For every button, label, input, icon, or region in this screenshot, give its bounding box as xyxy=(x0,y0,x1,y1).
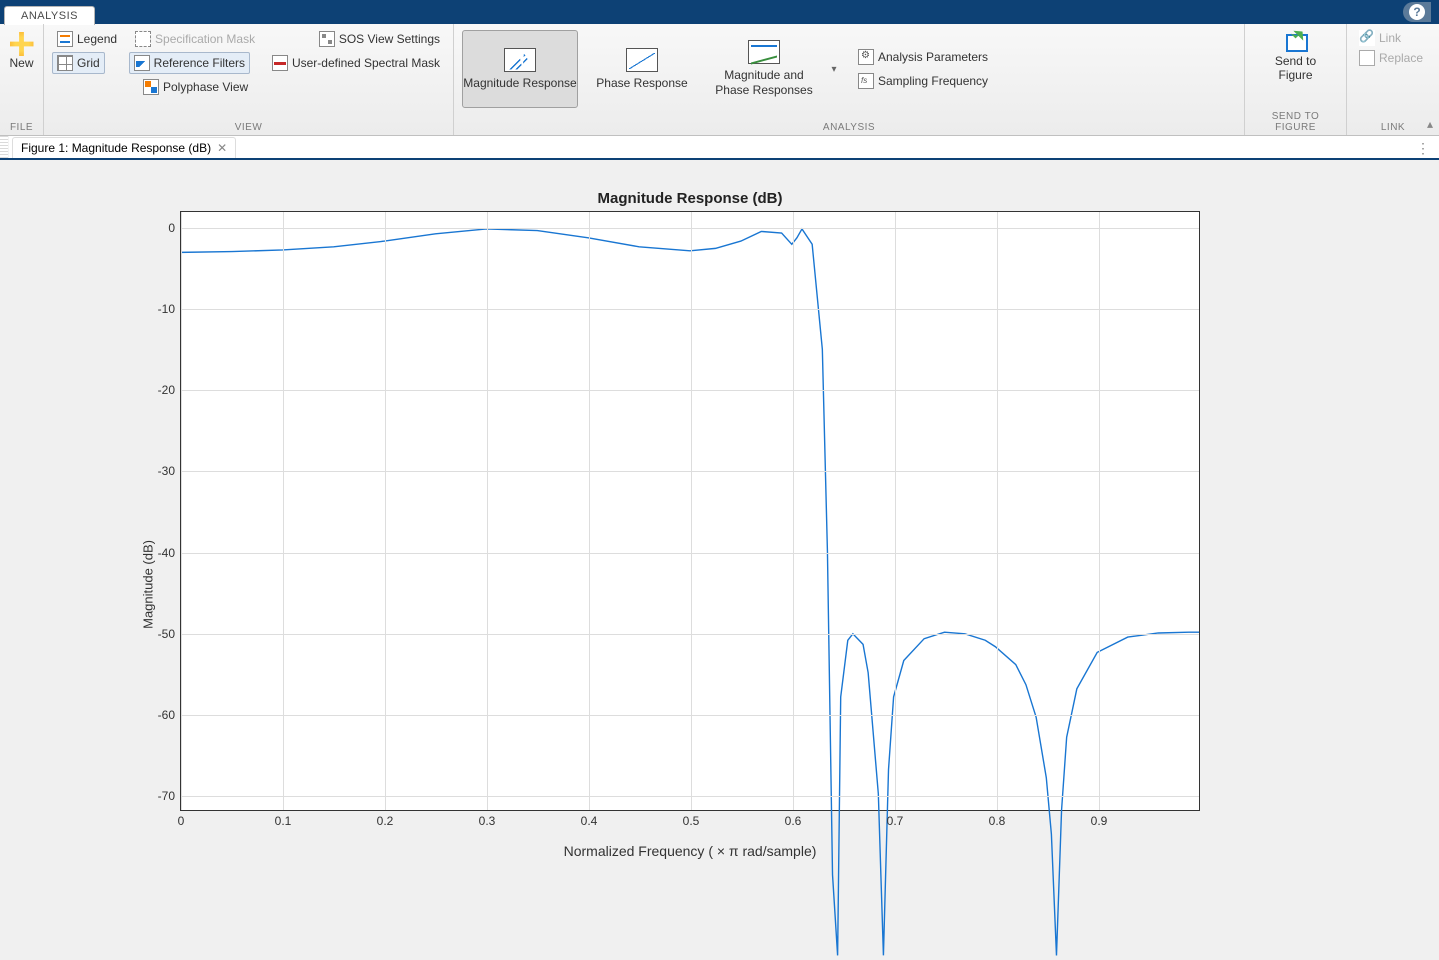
sampling-frequency-button[interactable]: Sampling Frequency xyxy=(854,71,992,91)
polyphase-icon xyxy=(143,79,159,95)
figure-tab-label: Figure 1: Magnitude Response (dB) xyxy=(21,141,211,155)
polyphase-button[interactable]: Polyphase View xyxy=(138,76,253,98)
sos-label: SOS View Settings xyxy=(339,32,440,46)
chart-container: Magnitude Response (dB) 00.10.20.30.40.5… xyxy=(130,190,1250,890)
spec-mask-icon xyxy=(135,31,151,47)
phase-response-button[interactable]: Phase Response xyxy=(584,30,700,108)
mag-phase-button[interactable]: Magnitude and Phase Responses xyxy=(706,30,822,108)
x-tick: 0.9 xyxy=(1091,810,1108,828)
analysis-more-dropdown[interactable] xyxy=(828,63,840,75)
x-tick: 0.3 xyxy=(479,810,496,828)
replace-icon xyxy=(1359,50,1375,66)
figure-tab[interactable]: Figure 1: Magnitude Response (dB) ✕ xyxy=(12,137,236,158)
replace-button: Replace xyxy=(1355,48,1431,68)
replace-label: Replace xyxy=(1379,51,1423,65)
y-tick: -20 xyxy=(141,383,181,397)
sos-icon xyxy=(319,31,335,47)
analysis-parameters-button[interactable]: Analysis Parameters xyxy=(854,47,992,67)
x-tick: 0.1 xyxy=(275,810,292,828)
link-button: Link xyxy=(1355,28,1431,48)
y-tick: 0 xyxy=(141,221,181,235)
plus-icon xyxy=(10,32,34,56)
ribbon: New FILE Legend Specification Mask SOS V… xyxy=(0,24,1439,136)
sos-button[interactable]: SOS View Settings xyxy=(314,28,445,50)
legend-label: Legend xyxy=(77,32,117,46)
chart-curve xyxy=(181,212,1199,810)
link-label: Link xyxy=(1379,31,1401,45)
group-title-analysis: ANALYSIS xyxy=(462,120,1236,135)
ref-filters-label: Reference Filters xyxy=(154,56,245,70)
x-tick: 0.2 xyxy=(377,810,394,828)
y-axis-label: Magnitude (dB) xyxy=(141,540,156,629)
send-icon xyxy=(1284,32,1308,52)
x-tick: 0.7 xyxy=(887,810,904,828)
spec-mask-button: Specification Mask xyxy=(130,28,260,50)
ribbon-group-analysis: Magnitude Response Phase Response Magnit… xyxy=(454,24,1245,135)
new-button[interactable]: New xyxy=(6,28,38,74)
ribbon-tab-analysis[interactable]: ANALYSIS xyxy=(4,6,95,25)
chart-title: Magnitude Response (dB) xyxy=(130,190,1250,207)
x-tick: 0.6 xyxy=(785,810,802,828)
x-tick: 0.5 xyxy=(683,810,700,828)
ribbon-group-view: Legend Specification Mask SOS View Setti… xyxy=(44,24,454,135)
fs-icon xyxy=(858,73,874,89)
spec-mask-label: Specification Mask xyxy=(155,32,255,46)
user-mask-icon xyxy=(272,55,288,71)
ref-filters-icon xyxy=(134,55,150,71)
send-to-figure-button[interactable]: Send to Figure xyxy=(1253,28,1338,86)
user-mask-button[interactable]: User-defined Spectral Mask xyxy=(267,52,445,74)
send-label: Send to Figure xyxy=(1257,54,1334,82)
new-label: New xyxy=(10,56,34,70)
params-icon xyxy=(858,49,874,65)
group-title-file: FILE xyxy=(10,120,33,135)
ribbon-group-send: Send to Figure SEND TO FIGURE xyxy=(1245,24,1347,135)
sampling-label: Sampling Frequency xyxy=(878,74,988,88)
y-tick: -60 xyxy=(141,708,181,722)
grid-button[interactable]: Grid xyxy=(52,52,105,74)
y-tick: -10 xyxy=(141,302,181,316)
tab-menu-icon[interactable]: ⋮ xyxy=(1416,140,1431,157)
group-title-view: VIEW xyxy=(52,120,445,135)
collapse-ribbon-icon[interactable]: ▴ xyxy=(1427,117,1433,131)
mag-phase-icon xyxy=(748,40,780,64)
phase-icon xyxy=(626,48,658,72)
plot-area: Magnitude Response (dB) 00.10.20.30.40.5… xyxy=(0,160,1439,960)
magnitude-label: Magnitude Response xyxy=(463,76,576,91)
x-axis-label: Normalized Frequency ( × π rad/sample) xyxy=(130,843,1250,859)
grid-label: Grid xyxy=(77,56,100,70)
legend-button[interactable]: Legend xyxy=(52,28,122,50)
ribbon-group-file: New FILE xyxy=(0,24,44,135)
plot-box[interactable]: 00.10.20.30.40.50.60.70.80.90-10-20-30-4… xyxy=(180,211,1200,811)
ref-filters-button[interactable]: Reference Filters xyxy=(129,52,250,74)
x-tick: 0 xyxy=(178,810,185,828)
x-tick: 0.4 xyxy=(581,810,598,828)
mag-phase-label: Magnitude and Phase Responses xyxy=(707,68,821,98)
title-bar: ANALYSIS xyxy=(0,0,1439,24)
group-title-link: LINK xyxy=(1355,120,1431,135)
grid-icon xyxy=(57,55,73,71)
close-tab-icon[interactable]: ✕ xyxy=(217,141,227,155)
magnitude-icon xyxy=(504,48,536,72)
link-icon xyxy=(1359,30,1375,46)
x-tick: 0.8 xyxy=(989,810,1006,828)
phase-label: Phase Response xyxy=(596,76,687,91)
help-button[interactable] xyxy=(1403,2,1431,22)
params-label: Analysis Parameters xyxy=(878,50,988,64)
user-mask-label: User-defined Spectral Mask xyxy=(292,56,440,70)
legend-icon xyxy=(57,31,73,47)
group-title-send: SEND TO FIGURE xyxy=(1253,109,1338,135)
polyphase-label: Polyphase View xyxy=(163,80,248,94)
y-tick: -70 xyxy=(141,789,181,803)
document-tab-bar: Figure 1: Magnitude Response (dB) ✕ ⋮ xyxy=(0,136,1439,160)
ribbon-group-link: Link Replace LINK ▴ xyxy=(1347,24,1439,135)
magnitude-response-button[interactable]: Magnitude Response xyxy=(462,30,578,108)
y-tick: -30 xyxy=(141,464,181,478)
